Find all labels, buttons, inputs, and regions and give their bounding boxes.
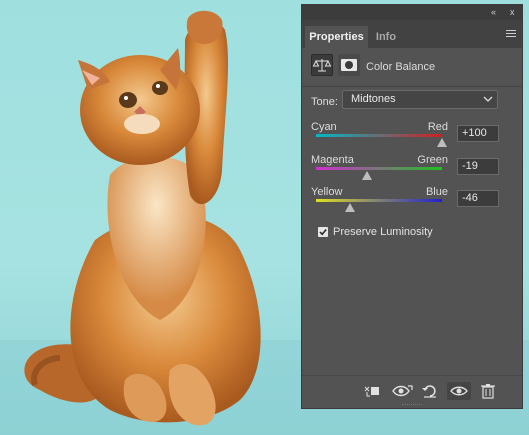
tone-value: Midtones [351, 93, 396, 105]
panel-resize-grip[interactable] [402, 404, 422, 407]
reset-icon[interactable] [420, 382, 440, 400]
slider-right-label: Green [417, 154, 448, 166]
cyan-red-value-field[interactable]: +100 [457, 125, 499, 142]
clip-to-layer-icon[interactable] [362, 382, 382, 400]
slider-track[interactable] [316, 199, 442, 202]
panel-footer [302, 375, 522, 408]
slider-track[interactable] [316, 167, 442, 170]
balance-scale-icon[interactable] [311, 54, 333, 76]
slider-left-label: Magenta [311, 154, 354, 166]
panel-menu-icon[interactable] [506, 30, 516, 39]
tab-properties[interactable]: Properties [305, 26, 368, 48]
properties-panel: « x Properties Info Color Balance Tone: … [301, 4, 523, 409]
panel-title-bar[interactable]: « x [302, 5, 522, 20]
preserve-luminosity-checkbox[interactable] [318, 227, 328, 237]
view-previous-state-icon[interactable] [391, 382, 413, 400]
close-panel-button[interactable]: x [510, 6, 515, 19]
layer-mask-icon[interactable] [338, 54, 360, 76]
tab-info[interactable]: Info [368, 26, 404, 48]
slider-track[interactable] [316, 134, 442, 137]
yellow-blue-slider: Yellow Blue -46 [311, 186, 516, 226]
slider-thumb[interactable] [362, 171, 373, 180]
magenta-green-value-field[interactable]: -19 [457, 158, 499, 175]
checkmark-icon [319, 228, 327, 236]
slider-right-label: Red [427, 121, 448, 133]
slider-thumb[interactable] [437, 138, 447, 147]
chevron-down-icon [483, 96, 493, 102]
slider-left-label: Cyan [311, 121, 337, 133]
slider-right-label: Blue [425, 186, 448, 198]
adjustment-header: Color Balance [302, 48, 522, 87]
yellow-blue-value-field[interactable]: -46 [457, 190, 499, 207]
panel-tab-bar: Properties Info [302, 20, 522, 48]
trash-icon[interactable] [478, 382, 498, 400]
tone-label: Tone: [311, 96, 338, 108]
preserve-luminosity-label: Preserve Luminosity [333, 226, 433, 238]
tone-dropdown[interactable]: Midtones [342, 90, 498, 109]
slider-left-label: Yellow [311, 186, 343, 198]
adjustment-title: Color Balance [366, 61, 436, 73]
slider-thumb[interactable] [345, 203, 356, 212]
collapse-panel-button[interactable]: « [491, 6, 496, 19]
visibility-eye-icon[interactable] [447, 382, 471, 400]
